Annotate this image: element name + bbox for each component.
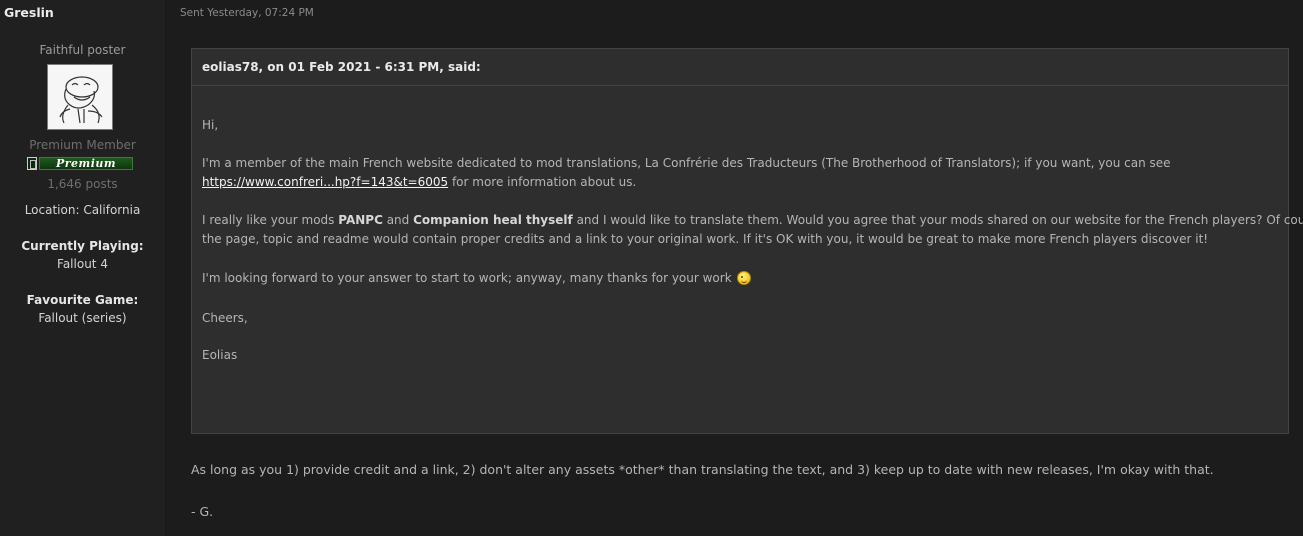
quote-p3-text: I'm looking forward to your answer to st… xyxy=(202,271,736,285)
author-sidebar: Greslin Faithful poster Premium Member P… xyxy=(0,0,166,536)
wink-smiley-icon xyxy=(737,271,752,285)
reply-text: As long as you 1) provide credit and a l… xyxy=(191,462,1214,477)
member-group: Premium Member xyxy=(29,138,136,152)
quote-p2-text-c: and I would like to translate them. Woul… xyxy=(572,213,1303,227)
quote-paragraph-1: I'm a member of the main French website … xyxy=(202,156,1171,170)
member-title: Faithful poster xyxy=(39,43,126,57)
quote-paragraph-2-line-2: the page, topic and readme would contain… xyxy=(202,232,1209,246)
currently-playing-value: Fallout 4 xyxy=(57,257,108,271)
post-timestamp[interactable]: Sent Yesterday, 07:24 PM xyxy=(180,7,314,19)
quote-p2-text-b: and xyxy=(382,213,414,227)
quote-block: eolias78, on 01 Feb 2021 - 6:31 PM, said… xyxy=(191,48,1303,434)
quote-paragraph-2: I really like your mods PANPC and Compan… xyxy=(202,213,1303,227)
quote-signature: Eolias xyxy=(202,348,238,362)
currently-playing-label: Currently Playing: xyxy=(21,239,144,253)
quote-header[interactable]: eolias78, on 01 Feb 2021 - 6:31 PM, said… xyxy=(192,49,1288,86)
post-count: 1,646 posts xyxy=(47,177,118,191)
quote-closing: Cheers, xyxy=(202,311,248,325)
quote-paragraph-3: I'm looking forward to your answer to st… xyxy=(202,271,752,285)
location: Location: California xyxy=(24,203,141,217)
favourite-game-label: Favourite Game: xyxy=(26,293,139,307)
quote-paragraph-1-line-2: https://www.confreri...hp?f=143&t=6005 f… xyxy=(202,175,636,189)
premium-badge-label: Premium xyxy=(39,157,133,170)
quote-greeting: Hi, xyxy=(202,118,219,132)
mod-name-companion-heal: Companion heal thyself xyxy=(413,213,573,227)
mod-name-panpc: PANPC xyxy=(338,213,383,227)
quote-paragraph-1-tail: for more information about us. xyxy=(448,175,637,189)
author-name[interactable]: Greslin xyxy=(4,5,54,20)
avatar[interactable] xyxy=(47,64,113,130)
premium-badge: Premium xyxy=(27,156,133,171)
confrerie-link[interactable]: https://www.confreri...hp?f=143&t=6005 xyxy=(202,175,448,189)
reply-signature: - G. xyxy=(191,504,214,519)
premium-badge-icon xyxy=(27,157,37,170)
quote-p2-text-a: I really like your mods xyxy=(202,213,339,227)
avatar-image xyxy=(48,65,112,129)
favourite-game-value: Fallout (series) xyxy=(38,311,127,325)
